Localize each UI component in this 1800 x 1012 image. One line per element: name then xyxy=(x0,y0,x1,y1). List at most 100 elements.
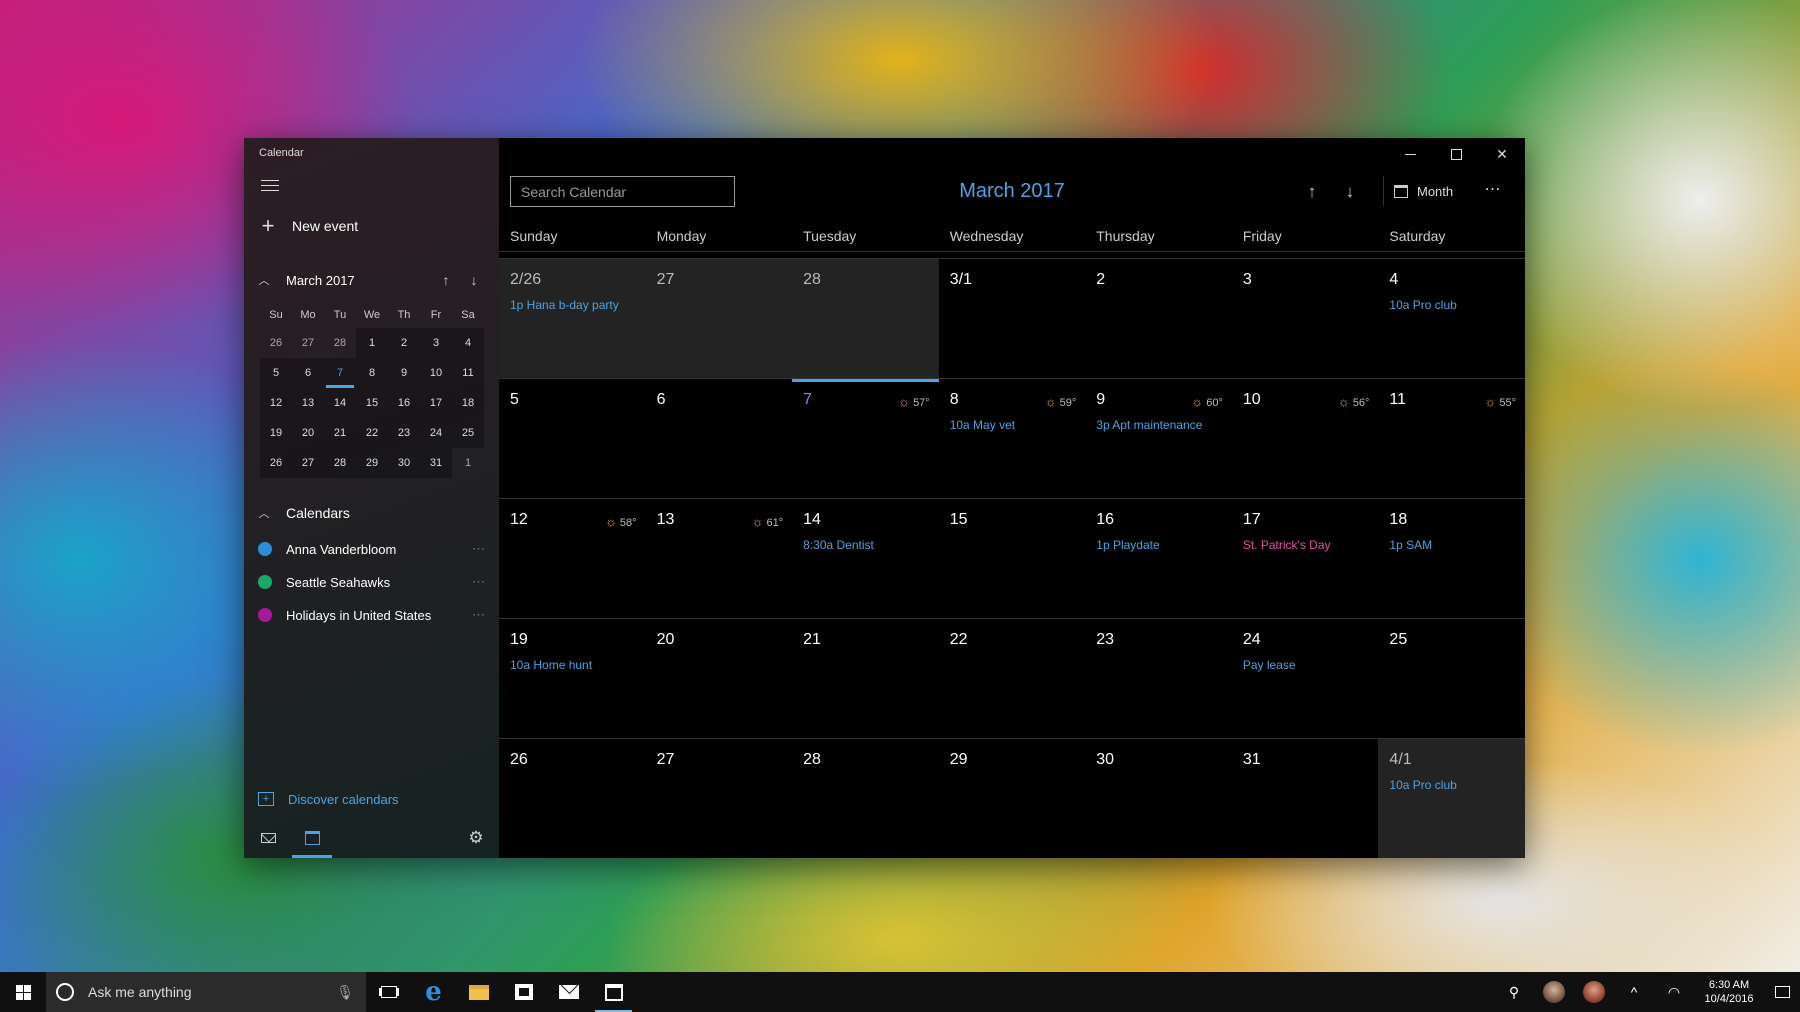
mini-day-cell[interactable]: 23 xyxy=(388,418,420,448)
close-button[interactable]: ✕ xyxy=(1479,138,1525,170)
day-cell[interactable]: 23 xyxy=(1085,618,1232,738)
mini-day-cell[interactable]: 26 xyxy=(260,448,292,478)
mini-day-cell[interactable]: 6 xyxy=(292,358,324,388)
mini-day-cell[interactable]: 10 xyxy=(420,358,452,388)
mini-day-cell[interactable]: 7 xyxy=(324,358,356,388)
microphone-icon[interactable]: 🎙 xyxy=(336,984,354,1001)
calendar-item-anna[interactable]: Anna Vanderbloom ⋯ xyxy=(256,535,486,563)
mini-day-cell[interactable]: 14 xyxy=(324,388,356,418)
file-explorer-button[interactable] xyxy=(456,972,501,1012)
day-cell[interactable]: 2 xyxy=(1085,258,1232,378)
day-cell[interactable]: 17 St. Patrick's Day xyxy=(1231,498,1379,618)
mini-day-cell[interactable]: 11 xyxy=(452,358,484,388)
event-item[interactable]: 3p Apt maintenance xyxy=(1096,418,1221,432)
day-cell[interactable]: 13 ☼ 61° xyxy=(645,498,793,618)
people-button[interactable]: ⚲ xyxy=(1494,972,1534,1012)
calendar-switch-button[interactable] xyxy=(290,818,334,858)
cortana-search-box[interactable]: Ask me anything 🎙 xyxy=(46,972,366,1012)
mini-day-cell[interactable]: 13 xyxy=(292,388,324,418)
event-item[interactable]: 10a Pro club xyxy=(1389,778,1514,792)
action-center-button[interactable] xyxy=(1764,972,1800,1012)
day-cell[interactable]: 20 xyxy=(645,618,793,738)
mini-day-cell[interactable]: 8 xyxy=(356,358,388,388)
weather-forecast[interactable]: ☼ 60° xyxy=(1191,394,1223,409)
more-options-icon[interactable]: ⋯ xyxy=(472,574,486,590)
mini-day-cell[interactable]: 17 xyxy=(420,388,452,418)
weather-forecast[interactable]: ☼ 56° xyxy=(1338,394,1370,409)
mini-day-cell[interactable]: 16 xyxy=(388,388,420,418)
day-cell[interactable]: 3 xyxy=(1231,258,1379,378)
day-cell[interactable]: 4/1 10a Pro club xyxy=(1378,738,1525,858)
day-cell[interactable]: 2/26 1p Hana b-day party xyxy=(499,258,646,378)
hamburger-menu-icon[interactable] xyxy=(258,176,282,196)
mini-day-cell[interactable]: 28 xyxy=(324,328,356,358)
mini-day-cell[interactable]: 28 xyxy=(324,448,356,478)
mini-prev-arrow-icon[interactable]: ↑ xyxy=(432,272,460,288)
event-item[interactable]: 10a Pro club xyxy=(1389,298,1514,312)
mini-day-cell[interactable]: 12 xyxy=(260,388,292,418)
calendar-app-button[interactable] xyxy=(591,972,636,1012)
view-switcher-button[interactable]: Month xyxy=(1383,176,1453,206)
weather-forecast[interactable]: ☼ 58° xyxy=(605,514,637,529)
day-cell[interactable]: 18 1p SAM xyxy=(1378,498,1525,618)
discover-calendars-link[interactable]: + Discover calendars xyxy=(256,786,486,812)
more-options-icon[interactable]: ⋯ xyxy=(472,541,486,557)
mini-day-cell[interactable]: 15 xyxy=(356,388,388,418)
day-cell[interactable]: 19 10a Home hunt xyxy=(499,618,646,738)
day-cell[interactable]: 7 ☼ 57° xyxy=(792,378,939,498)
weather-forecast[interactable]: ☼ 55° xyxy=(1484,394,1516,409)
mini-day-cell[interactable]: 3 xyxy=(420,328,452,358)
mini-day-cell[interactable]: 5 xyxy=(260,358,292,388)
maximize-button[interactable] xyxy=(1433,138,1479,170)
event-item[interactable]: St. Patrick's Day xyxy=(1243,538,1368,552)
day-cell[interactable]: 27 xyxy=(645,258,793,378)
day-cell[interactable]: 12 ☼ 58° xyxy=(499,498,646,618)
day-cell[interactable]: 29 xyxy=(938,738,1086,858)
day-cell[interactable]: 8 ☼ 59° 10a May vet xyxy=(938,378,1086,498)
mini-day-cell[interactable]: 22 xyxy=(356,418,388,448)
day-cell[interactable]: 16 1p Playdate xyxy=(1085,498,1232,618)
mini-day-cell[interactable]: 18 xyxy=(452,388,484,418)
mail-switch-button[interactable] xyxy=(246,818,290,858)
calendars-header[interactable]: ︿ Calendars xyxy=(256,501,486,525)
mini-day-cell[interactable]: 4 xyxy=(452,328,484,358)
day-cell[interactable]: 28 xyxy=(792,738,939,858)
weather-forecast[interactable]: ☼ 61° xyxy=(752,514,784,529)
event-item[interactable]: 10a May vet xyxy=(950,418,1075,432)
contact-avatar-1[interactable] xyxy=(1534,972,1574,1012)
day-cell[interactable]: 3/1 xyxy=(938,258,1086,378)
event-item[interactable]: 10a Home hunt xyxy=(510,658,635,672)
mini-day-cell[interactable]: 1 xyxy=(452,448,484,478)
day-cell[interactable]: 28 xyxy=(792,258,939,378)
settings-button[interactable]: ⚙ xyxy=(454,818,498,858)
contact-avatar-2[interactable] xyxy=(1574,972,1614,1012)
weather-forecast[interactable]: ☼ 59° xyxy=(1045,394,1077,409)
day-cell[interactable]: 31 xyxy=(1231,738,1379,858)
day-cell[interactable]: 4 10a Pro club xyxy=(1378,258,1525,378)
mini-day-cell[interactable]: 19 xyxy=(260,418,292,448)
minimize-button[interactable] xyxy=(1387,138,1433,170)
more-options-button[interactable]: ⋯ xyxy=(1477,178,1509,206)
event-item[interactable]: 1p Hana b-day party xyxy=(510,298,635,312)
next-arrow-icon[interactable]: ↓ xyxy=(1331,178,1369,206)
day-cell[interactable]: 26 xyxy=(499,738,646,858)
mini-day-cell[interactable]: 9 xyxy=(388,358,420,388)
mini-day-cell[interactable]: 26 xyxy=(260,328,292,358)
previous-arrow-icon[interactable]: ↑ xyxy=(1293,178,1331,206)
day-cell[interactable]: 24 Pay lease xyxy=(1231,618,1379,738)
mini-day-cell[interactable]: 29 xyxy=(356,448,388,478)
mini-day-cell[interactable]: 27 xyxy=(292,328,324,358)
day-cell[interactable]: 5 xyxy=(499,378,646,498)
weather-forecast[interactable]: ☼ 57° xyxy=(898,394,930,409)
network-button[interactable]: ◠ xyxy=(1654,972,1694,1012)
show-hidden-icons-button[interactable]: ^ xyxy=(1614,972,1654,1012)
calendar-item-holidays[interactable]: Holidays in United States ⋯ xyxy=(256,601,486,629)
event-item[interactable]: 1p Playdate xyxy=(1096,538,1221,552)
more-options-icon[interactable]: ⋯ xyxy=(472,607,486,623)
mini-day-cell[interactable]: 2 xyxy=(388,328,420,358)
day-cell[interactable]: 25 xyxy=(1378,618,1525,738)
mini-day-cell[interactable]: 30 xyxy=(388,448,420,478)
event-item[interactable]: Pay lease xyxy=(1243,658,1368,672)
event-item[interactable]: 1p SAM xyxy=(1389,538,1514,552)
store-button[interactable] xyxy=(501,972,546,1012)
